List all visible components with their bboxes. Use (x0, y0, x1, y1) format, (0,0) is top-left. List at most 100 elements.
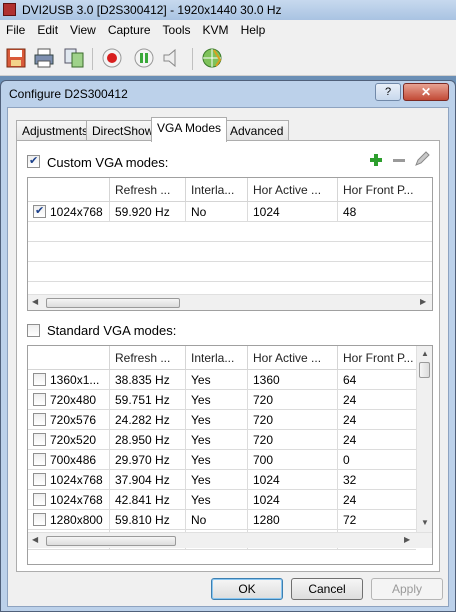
cell-refresh: 59.810 Hz (110, 510, 186, 530)
menu-edit[interactable]: Edit (31, 20, 64, 37)
tab-directshow[interactable]: DirectShow (86, 120, 160, 140)
scroll-right-icon[interactable]: ▶ (420, 297, 426, 306)
cell-refresh: 28.950 Hz (110, 430, 186, 450)
mode-text: 700x486 (50, 453, 97, 467)
tab-vga-modes[interactable]: VGA Modes (151, 117, 228, 142)
standard-vertical-scrollbar[interactable]: ▲ ▼ (416, 346, 432, 532)
cell-interlaced: Yes (186, 390, 248, 410)
cell-refresh: 37.904 Hz (110, 470, 186, 490)
menu-help[interactable]: Help (235, 20, 272, 37)
standard-modes-checkbox[interactable] (27, 324, 40, 337)
apply-button[interactable]: Apply (371, 578, 443, 600)
row-checkbox[interactable] (33, 204, 46, 218)
column-header-mode[interactable] (28, 178, 110, 202)
mode-text: 1360x1... (50, 373, 100, 387)
speaker-icon[interactable] (160, 46, 184, 70)
table-row[interactable]: 700x486 29.970 Hz Yes 700 0 (28, 450, 416, 470)
cell-interlaced: Yes (186, 470, 248, 490)
cell-hor-active: 720 (248, 410, 338, 430)
scroll-right-icon[interactable]: ▶ (404, 535, 410, 544)
column-header-hor-active[interactable]: Hor Active ... (248, 346, 338, 370)
app-icon (3, 3, 16, 16)
cell-hor-front: 24 (343, 393, 357, 407)
column-header-hor-front[interactable]: Hor Front P... (338, 346, 418, 370)
scroll-up-icon[interactable]: ▲ (421, 349, 429, 358)
menu-capture[interactable]: Capture (102, 20, 157, 37)
column-header-hor-active[interactable]: Hor Active ... (248, 178, 338, 202)
cell-interlaced: Yes (186, 410, 248, 430)
record-icon[interactable] (100, 46, 124, 70)
pencil-icon[interactable] (414, 151, 430, 170)
print-icon[interactable] (32, 46, 56, 70)
menu-kvm[interactable]: KVM (197, 20, 235, 37)
table-row[interactable]: 1024x768 42.841 Hz Yes 1024 24 (28, 490, 416, 510)
cell-hor-active: 1280 (248, 510, 338, 530)
row-checkbox[interactable] (33, 393, 46, 406)
row-checkbox[interactable] (33, 493, 46, 506)
row-checkbox[interactable] (33, 373, 46, 386)
network-globe-icon[interactable] (200, 46, 224, 70)
cell-hor-active: 1360 (248, 370, 338, 390)
menu-view[interactable]: View (64, 20, 102, 37)
scroll-left-icon[interactable]: ◀ (32, 535, 38, 544)
cell-hor-active: 1024 (248, 202, 338, 222)
ok-button[interactable]: OK (211, 578, 283, 600)
pause-icon[interactable] (132, 46, 156, 70)
row-checkbox[interactable] (33, 473, 46, 486)
configure-dialog: Configure D2S300412 ? ✕ Adjustments Dire… (0, 80, 456, 612)
custom-horizontal-scrollbar[interactable]: ◀ ▶ (28, 294, 432, 310)
table-row[interactable]: 1024x768 59.920 Hz No 1024 48 (28, 202, 432, 222)
cell-mode: 1024x768 (28, 470, 110, 490)
scroll-left-icon[interactable]: ◀ (32, 297, 38, 306)
cell-interlaced: No (186, 202, 248, 222)
row-checkbox[interactable] (33, 413, 46, 426)
app-titlebar: DVI2USB 3.0 [D2S300412] - 1920x1440 30.0… (0, 0, 456, 20)
row-checkbox[interactable] (33, 453, 46, 466)
scrollbar-thumb[interactable] (419, 362, 430, 378)
column-header-interlaced[interactable]: Interla... (186, 178, 248, 202)
scrollbar-thumb[interactable] (46, 536, 176, 546)
cancel-button[interactable]: Cancel (291, 578, 363, 600)
mode-text: 1024x768 (50, 493, 103, 507)
column-header-hor-front[interactable]: Hor Front P... (338, 178, 432, 202)
app-title: DVI2USB 3.0 [D2S300412] - 1920x1440 30.0… (22, 3, 282, 17)
minus-icon[interactable] (392, 153, 406, 170)
toolbar-separator (92, 48, 93, 70)
table-row[interactable]: 1360x1... 38.835 Hz Yes 1360 64 (28, 370, 416, 390)
table-row[interactable]: 720x520 28.950 Hz Yes 720 24 (28, 430, 416, 450)
cell-refresh: 38.835 Hz (110, 370, 186, 390)
menu-tools[interactable]: Tools (157, 20, 197, 37)
column-header-refresh[interactable]: Refresh ... (110, 178, 186, 202)
scrollbar-thumb[interactable] (46, 298, 180, 308)
dialog-title: Configure D2S300412 (9, 87, 128, 101)
cell-mode: 720x576 (28, 410, 110, 430)
cell-hor-front: 64 (343, 373, 357, 387)
scroll-down-icon[interactable]: ▼ (421, 518, 429, 527)
save-icon[interactable] (4, 46, 28, 70)
custom-modes-checkbox[interactable] (27, 154, 40, 168)
cell-hor-front: 24 (343, 413, 357, 427)
column-header-refresh[interactable]: Refresh ... (110, 346, 186, 370)
tab-adjustments[interactable]: Adjustments (16, 120, 95, 140)
table-row[interactable]: 720x576 24.282 Hz Yes 720 24 (28, 410, 416, 430)
row-checkbox[interactable] (33, 433, 46, 446)
row-checkbox[interactable] (33, 513, 46, 526)
cell-hor-front: 0 (343, 453, 350, 467)
cell-interlaced: Yes (186, 370, 248, 390)
cell-hor-front: 48 (343, 205, 357, 219)
mode-text: 1024x768 (50, 473, 103, 487)
dialog-body: Adjustments DirectShow VGA Modes Advance… (7, 107, 449, 607)
help-button[interactable]: ? (375, 83, 401, 101)
column-header-mode[interactable] (28, 346, 110, 370)
menu-file[interactable]: File (0, 20, 31, 37)
tab-advanced[interactable]: Advanced (224, 120, 290, 140)
copy-icon[interactable] (62, 46, 86, 70)
close-button[interactable]: ✕ (403, 83, 449, 101)
table-row[interactable]: 1024x768 37.904 Hz Yes 1024 32 (28, 470, 416, 490)
table-row[interactable]: 720x480 59.751 Hz Yes 720 24 (28, 390, 416, 410)
plus-icon[interactable] (369, 153, 383, 170)
cell-interlaced: No (186, 510, 248, 530)
table-row[interactable]: 1280x800 59.810 Hz No 1280 72 (28, 510, 416, 530)
standard-horizontal-scrollbar[interactable]: ◀ ▶ (28, 532, 432, 548)
column-header-interlaced[interactable]: Interla... (186, 346, 248, 370)
